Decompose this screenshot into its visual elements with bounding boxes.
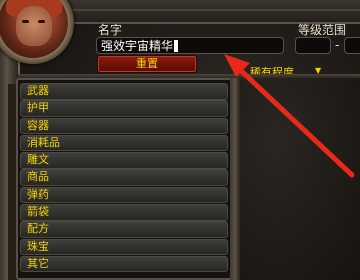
red-arrow-icon bbox=[224, 54, 355, 178]
arrow-shaft bbox=[233, 63, 355, 178]
